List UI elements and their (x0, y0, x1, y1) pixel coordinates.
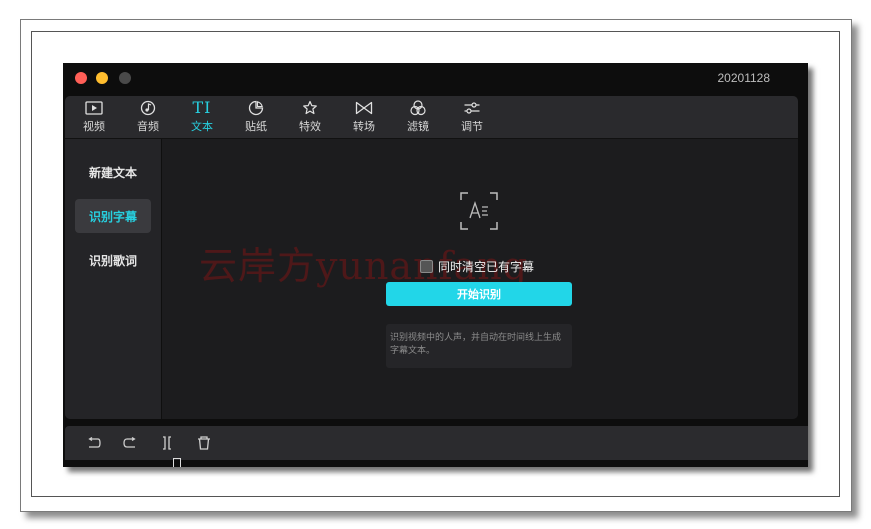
tab-text[interactable]: TI 文本 (177, 99, 227, 135)
category-toolbar: 视频 音频 TI 文本 贴纸 特效 转场 滤镜 调节 (65, 96, 798, 139)
tab-audio-label: 音频 (137, 120, 159, 133)
playhead-marker[interactable] (173, 458, 181, 467)
sticker-icon (248, 99, 264, 117)
sidebar-item-new-text[interactable]: 新建文本 (75, 155, 151, 189)
tab-text-label: 文本 (191, 120, 213, 133)
text-icon-glyph: TI (192, 98, 212, 117)
timeline-toolbar (65, 426, 808, 460)
sidebar-item-recognize-lyrics[interactable]: 识别歌词 (75, 243, 151, 277)
tab-sticker-label: 贴纸 (245, 120, 267, 133)
adjust-icon (463, 99, 481, 117)
delete-icon[interactable] (195, 434, 213, 452)
recognize-subtitles-content: 云岸方yunanfang 同时清空已有字幕 开始识别 识别视频中的人声，并自动在… (162, 139, 798, 419)
tab-video[interactable]: 视频 (69, 99, 119, 135)
tab-adjust[interactable]: 调节 (447, 99, 497, 135)
video-icon (85, 99, 103, 117)
transition-icon (355, 99, 373, 117)
material-panel: 视频 音频 TI 文本 贴纸 特效 转场 滤镜 调节 新建文本 识别字幕 识别歌… (65, 96, 798, 419)
clear-existing-subtitles-label: 同时清空已有字幕 (438, 260, 535, 274)
tab-effects[interactable]: 特效 (285, 99, 335, 135)
tab-adjust-label: 调节 (461, 120, 483, 133)
effects-icon (302, 99, 318, 117)
text-icon: TI (193, 99, 212, 117)
redo-icon[interactable] (121, 434, 139, 452)
audio-icon (140, 99, 156, 117)
tab-effects-label: 特效 (299, 120, 321, 133)
app-window: 20201128 视频 音频 TI 文本 贴纸 特效 转场 滤镜 调节 新建文本… (63, 63, 808, 467)
tab-transition-label: 转场 (353, 120, 375, 133)
tab-video-label: 视频 (83, 120, 105, 133)
clear-existing-subtitles-option[interactable]: 同时清空已有字幕 (420, 258, 534, 275)
tab-filter[interactable]: 滤镜 (393, 99, 443, 135)
minimize-window-button[interactable] (96, 72, 108, 84)
title-bar: 20201128 (63, 63, 808, 95)
start-recognition-button[interactable]: 开始识别 (386, 282, 572, 306)
close-window-button[interactable] (75, 72, 87, 84)
undo-icon[interactable] (85, 434, 103, 452)
tab-audio[interactable]: 音频 (123, 99, 173, 135)
tab-filter-label: 滤镜 (407, 120, 429, 133)
filter-icon (409, 99, 427, 117)
clear-existing-subtitles-checkbox[interactable] (420, 260, 433, 273)
split-icon[interactable] (158, 434, 176, 452)
zoom-window-button[interactable] (119, 72, 131, 84)
sidebar-item-recognize-subtitles[interactable]: 识别字幕 (75, 199, 151, 233)
window-title: 20201128 (717, 71, 771, 85)
tab-transition[interactable]: 转场 (339, 99, 389, 135)
recognition-description: 识别视频中的人声，并自动在时间线上生成字幕文本。 (386, 324, 572, 368)
text-recognition-icon (460, 192, 498, 230)
text-sidebar: 新建文本 识别字幕 识别歌词 (65, 139, 162, 419)
tab-sticker[interactable]: 贴纸 (231, 99, 281, 135)
